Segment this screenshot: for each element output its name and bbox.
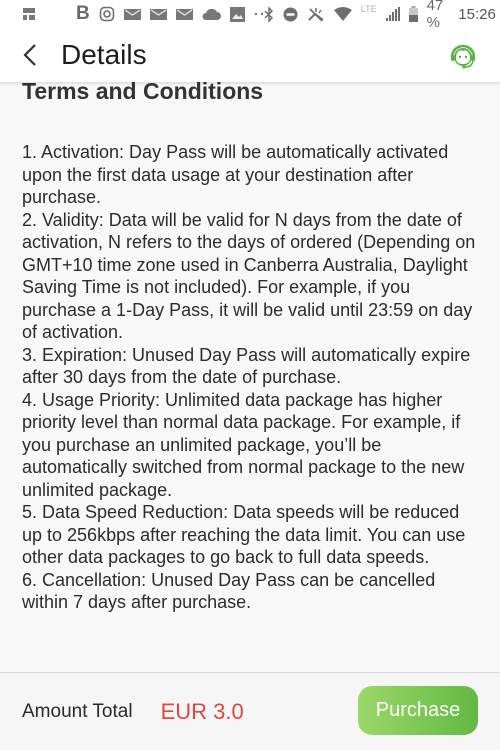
lte-icon: LTE xyxy=(360,4,377,14)
cloud-icon xyxy=(202,8,221,21)
terms-list: 1. Activation: Day Pass will be automati… xyxy=(22,141,478,614)
do-not-disturb-icon xyxy=(283,7,298,22)
app-header: Details xyxy=(0,28,500,82)
mail-icon xyxy=(123,7,141,21)
term-item: 3. Expiration: Unused Day Pass will auto… xyxy=(22,344,471,388)
customer-support-button[interactable] xyxy=(448,41,478,71)
wifi-icon xyxy=(333,7,352,21)
customer-support-headset-icon xyxy=(450,44,476,69)
term-item: 6. Cancellation: Unused Day Pass can be … xyxy=(22,569,436,613)
status-bar-system: LTE 47 % 15:26 xyxy=(264,0,496,31)
status-bar-notifications: B xyxy=(22,3,264,25)
back-button[interactable] xyxy=(0,28,60,82)
chevron-left-icon xyxy=(23,44,36,66)
term-item: 1. Activation: Day Pass will be automati… xyxy=(22,142,449,207)
gallery-icon xyxy=(229,6,245,22)
amount-total-label: Amount Total xyxy=(22,700,133,722)
app-grid-icon xyxy=(22,7,36,21)
term-item: 5. Data Speed Reduction: Data speeds wil… xyxy=(22,502,466,567)
amount-total-value: EUR 3.0 xyxy=(160,698,244,724)
page-title: Details xyxy=(61,39,147,70)
b-app-icon: B xyxy=(76,3,90,24)
status-bar: B LTE 47 % 15:26 xyxy=(0,0,500,31)
data-saver-icon xyxy=(307,7,325,22)
terms-content[interactable]: Terms and Conditions 1. Activation: Day … xyxy=(0,72,500,673)
more-dots-icon xyxy=(254,11,264,17)
mail-icon xyxy=(149,7,167,21)
purchase-footer: Amount Total EUR 3.0 Purchase xyxy=(0,672,500,750)
term-item: 4. Usage Priority: Unlimited data packag… xyxy=(22,389,465,500)
term-item: 2. Validity: Data will be valid for N da… xyxy=(22,209,476,343)
battery-icon xyxy=(408,6,418,22)
mail-icon xyxy=(175,7,193,21)
bluetooth-icon xyxy=(264,6,274,22)
purchase-button[interactable]: Purchase xyxy=(358,686,478,735)
instagram-icon xyxy=(99,6,115,22)
signal-icon xyxy=(385,7,400,21)
battery-percent: 47 % xyxy=(426,0,444,31)
clock: 15:26 xyxy=(458,5,496,23)
